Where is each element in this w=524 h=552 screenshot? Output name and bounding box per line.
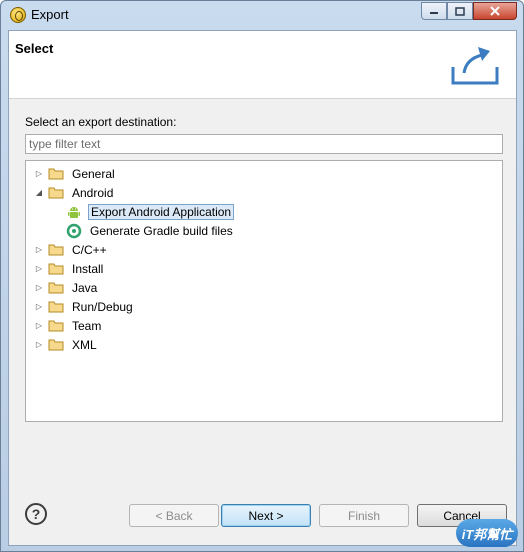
export-icon (451, 47, 499, 85)
folder-icon (48, 282, 64, 294)
tree-item-label: Install (72, 261, 104, 276)
window-controls (421, 2, 517, 20)
back-button[interactable]: < Back (129, 504, 219, 527)
wizard-banner: Select (9, 31, 516, 99)
tree-item-general[interactable]: ▷ General (34, 164, 117, 183)
export-dialog: Export Select Select an export destinati… (0, 0, 524, 552)
android-icon (68, 206, 80, 218)
maximize-button[interactable] (447, 2, 473, 20)
next-button[interactable]: Next > (221, 504, 311, 527)
gradle-icon (66, 223, 82, 238)
eclipse-app-icon (10, 7, 26, 23)
help-icon: ? (31, 506, 41, 522)
tree-item-java[interactable]: ▷ Java (34, 278, 99, 297)
minimize-button[interactable] (421, 2, 447, 20)
folder-icon (48, 187, 64, 199)
title-bar[interactable]: Export (1, 1, 523, 29)
tree-item-export-android-application[interactable]: Export Android Application (66, 202, 235, 221)
maximize-icon (455, 6, 465, 16)
tree-item-install[interactable]: ▷ Install (34, 259, 105, 278)
folder-icon (48, 263, 64, 275)
destination-tree[interactable]: ▷ General ◢ Android Export Android Appli… (25, 160, 503, 422)
close-icon (490, 6, 500, 16)
dialog-body: Select Select an export destination: ▷ G… (8, 30, 517, 546)
site-watermark-logo: iT邦幫忙 (456, 519, 518, 547)
collapse-icon[interactable]: ◢ (34, 188, 44, 198)
help-button[interactable]: ? (25, 503, 47, 525)
finish-button[interactable]: Finish (319, 504, 409, 527)
tree-item-label: Java (72, 280, 98, 295)
page-title: Select (15, 41, 54, 56)
expand-icon[interactable]: ▷ (34, 264, 44, 274)
window-title: Export (31, 7, 69, 22)
folder-icon (48, 339, 64, 351)
folder-icon (48, 301, 64, 313)
folder-icon (48, 244, 64, 256)
expand-icon[interactable]: ▷ (34, 283, 44, 293)
folder-icon (48, 168, 64, 180)
tree-item-run-debug[interactable]: ▷ Run/Debug (34, 297, 135, 316)
folder-icon (48, 320, 64, 332)
tree-item-generate-gradle-build-files[interactable]: Generate Gradle build files (66, 221, 235, 240)
tree-item-label: Run/Debug (72, 299, 133, 314)
tree-item-label: Generate Gradle build files (90, 223, 233, 238)
tree-item-label: General (72, 166, 115, 181)
minimize-icon (430, 12, 438, 14)
expand-icon[interactable]: ▷ (34, 245, 44, 255)
tree-item-label: C/C++ (72, 242, 107, 257)
export-description: Select an export destination: (25, 115, 177, 129)
tree-item-cpp[interactable]: ▷ C/C++ (34, 240, 109, 259)
tree-item-label: XML (72, 337, 97, 352)
tree-item-label: Export Android Application (88, 203, 235, 220)
filter-input[interactable] (25, 134, 503, 154)
expand-icon[interactable]: ▷ (34, 321, 44, 331)
tree-item-xml[interactable]: ▷ XML (34, 335, 99, 354)
close-button[interactable] (473, 2, 517, 20)
tree-item-label: Android (72, 185, 114, 200)
tree-item-android[interactable]: ◢ Android (34, 183, 115, 202)
tree-item-team[interactable]: ▷ Team (34, 316, 103, 335)
expand-icon[interactable]: ▷ (34, 340, 44, 350)
expand-icon[interactable]: ▷ (34, 169, 44, 179)
tree-item-label: Team (72, 318, 102, 333)
expand-icon[interactable]: ▷ (34, 302, 44, 312)
